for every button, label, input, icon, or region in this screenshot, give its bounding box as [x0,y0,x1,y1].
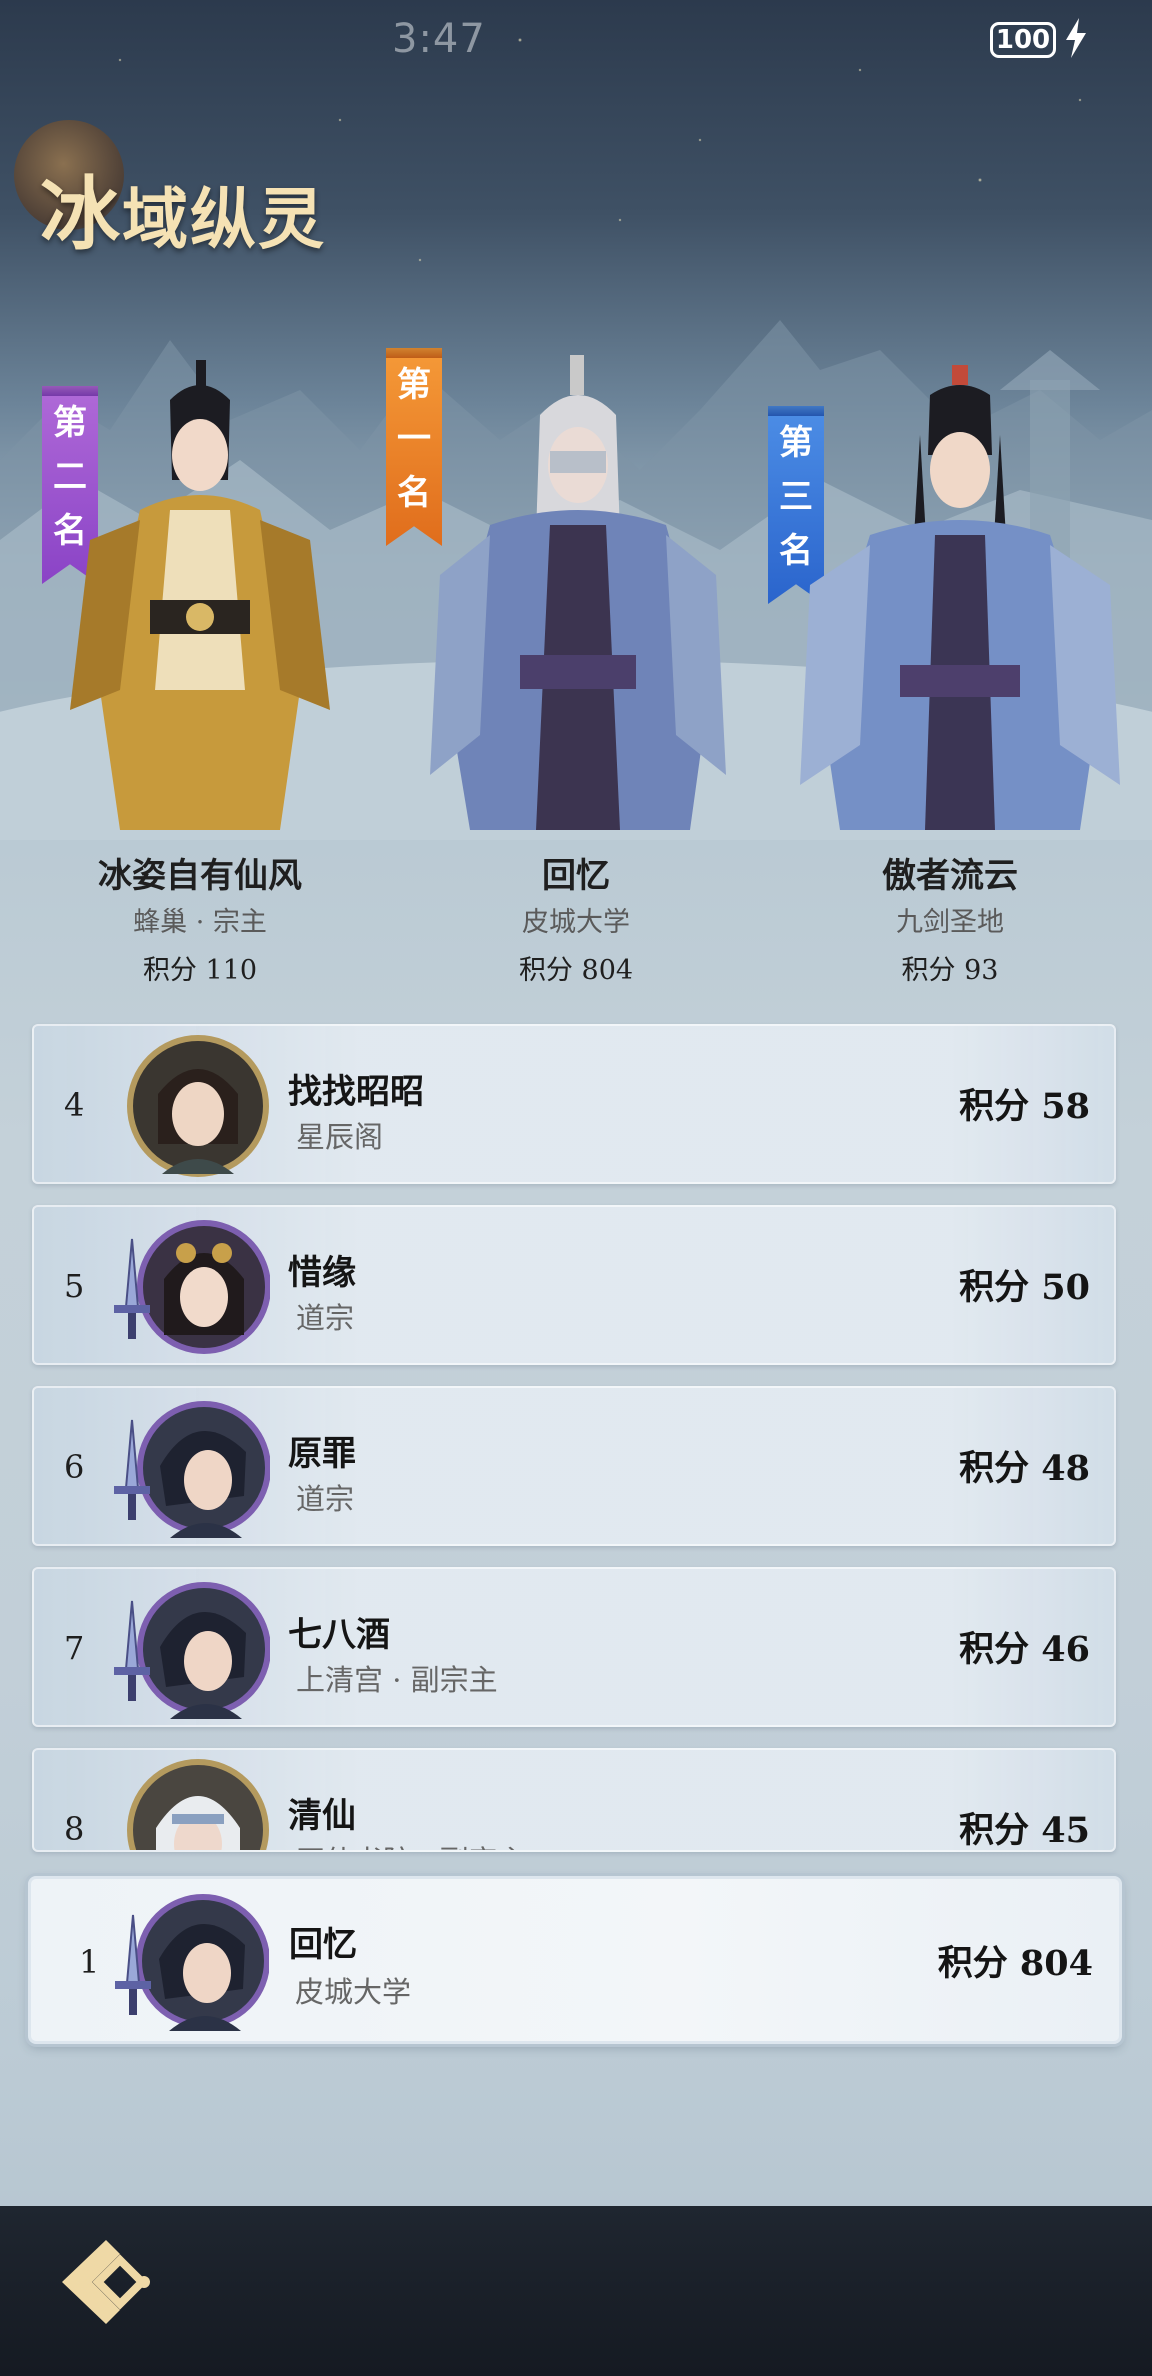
player-name: 原罪 [288,1434,356,1474]
avatar[interactable] [126,1034,270,1178]
character-figure-third[interactable] [780,365,1140,830]
podium-first-score: 积分 804 [518,955,634,986]
list-item[interactable]: 7 七八酒 上清宫 · 副宗主 积分 46 [32,1567,1116,1727]
player-score: 积分 45 [959,1810,1090,1851]
player-guild: 上清宫 · 副宗主 [296,1663,498,1697]
list-item[interactable]: 6 原罪 道宗 积分 48 [32,1386,1116,1546]
page-title: 冰域纵灵 [40,167,326,261]
my-rank-row[interactable]: 1 回忆 皮城大学 积分 804 [28,1876,1122,2044]
player-score: 积分 50 [959,1267,1090,1308]
back-arrow-icon[interactable] [48,2232,158,2332]
player-name: 七八酒 [288,1615,390,1655]
sword-badge-icon [114,1600,150,1701]
player-score: 积分 48 [959,1448,1090,1489]
podium-first-name[interactable]: 回忆 [396,848,756,897]
podium-second-name[interactable]: 冰姿自有仙风 [20,848,380,897]
player-guild: 开仙书院 · 副宗主 [296,1838,527,1850]
rank-number: 6 [64,1448,85,1486]
player-guild: 星辰阁 [296,1120,384,1154]
player-name: 回忆 [289,1925,357,1965]
player-score: 积分 58 [959,1086,1090,1127]
podium-third-guild: 九剑圣地 [896,907,1004,938]
character-figure-second[interactable] [50,360,370,830]
player-name: 清仙 [288,1796,356,1836]
player-name: 找找昭昭 [288,1072,424,1112]
player-guild: 道宗 [296,1482,355,1516]
list-item[interactable]: 4 找找昭昭 星辰阁 积分 58 [32,1024,1116,1184]
charging-bolt-icon [1066,18,1086,58]
podium-third-score: 积分 93 [901,955,999,986]
rank-number: 8 [64,1810,85,1848]
battery-icon: 100 [990,22,1056,58]
player-name: 惜缘 [288,1253,356,1293]
avatar[interactable] [126,1758,270,1852]
sword-badge-icon [114,1238,150,1339]
character-figure-first[interactable] [410,355,750,830]
sword-badge-icon [115,1914,151,2015]
player-score: 积分 46 [959,1629,1090,1670]
status-time: 3:47 [392,16,486,62]
sword-badge-icon [114,1419,150,1520]
podium-second-score: 积分 110 [142,955,258,986]
rank-number: 1 [79,1943,100,1981]
list-item[interactable]: 5 惜缘 道宗 积分 50 [32,1205,1116,1365]
list-item[interactable]: 8 清仙 开仙书院 · 副宗主 积分 45 [32,1748,1116,1852]
player-guild: 皮城大学 [295,1975,412,2009]
rank-number: 5 [64,1267,85,1305]
rank-number: 7 [64,1629,85,1667]
bottom-bar [0,2206,1152,2376]
podium-first-guild: 皮城大学 [522,907,630,938]
podium-second-guild: 蜂巢 · 宗主 [133,907,267,938]
player-score: 积分 804 [937,1943,1093,1984]
rank-number: 4 [64,1086,85,1124]
podium-third-name[interactable]: 傲者流云 [770,848,1130,897]
player-guild: 道宗 [296,1301,355,1335]
